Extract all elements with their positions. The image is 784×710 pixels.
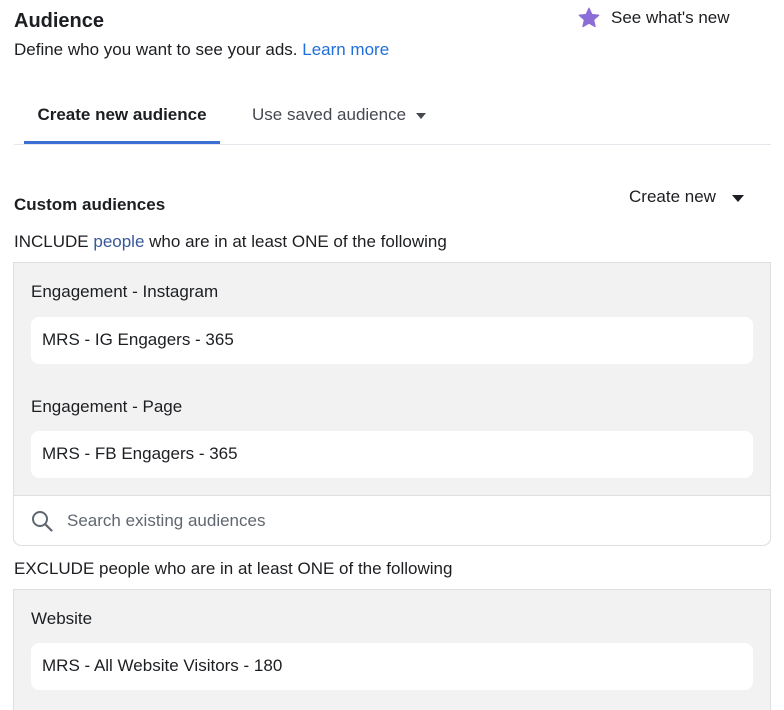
caret-down-icon: [731, 194, 744, 202]
description-text: Define who you want to see your ads.: [14, 40, 298, 59]
star-icon: [578, 7, 600, 28]
audience-chip-fb-engagers[interactable]: MRS - FB Engagers - 365: [31, 431, 753, 478]
exclude-rule-text: EXCLUDE people who are in at least ONE o…: [14, 559, 453, 578]
custom-audiences-title: Custom audiences: [14, 195, 166, 214]
audience-chip-ig-engagers[interactable]: MRS - IG Engagers - 365: [31, 317, 753, 364]
include-prefix: INCLUDE: [14, 232, 89, 251]
search-icon: [32, 510, 53, 532]
include-suffix: who are in at least ONE of the following: [149, 232, 447, 251]
caret-down-icon: [416, 113, 427, 119]
search-existing-audiences-input[interactable]: Search existing audiences: [14, 495, 770, 545]
people-link[interactable]: people: [93, 232, 144, 251]
tab-use-saved-audience-label: Use saved audience: [252, 105, 407, 124]
group-label-engagement-instagram: Engagement - Instagram: [31, 282, 219, 301]
tab-use-saved-audience[interactable]: Use saved audience: [252, 104, 427, 125]
create-new-dropdown[interactable]: Create new: [629, 187, 744, 207]
group-label-engagement-page: Engagement - Page: [31, 397, 183, 416]
search-placeholder: Search existing audiences: [67, 510, 266, 530]
tab-create-new-audience[interactable]: Create new audience: [24, 104, 220, 144]
group-label-website: Website: [31, 609, 93, 628]
audience-title: Audience: [14, 10, 105, 32]
audience-chip-website-visitors[interactable]: MRS - All Website Visitors - 180: [31, 643, 753, 690]
include-audiences-box: Engagement - Instagram MRS - IG Engagers…: [13, 262, 771, 546]
see-whats-new-label: See what's new: [611, 8, 730, 27]
see-whats-new-button[interactable]: See what's new: [577, 6, 730, 30]
audience-description: Define who you want to see your ads. Lea…: [14, 40, 389, 60]
include-rule-text: INCLUDE people who are in at least ONE o…: [14, 232, 447, 252]
exclude-audiences-box: Website MRS - All Website Visitors - 180: [13, 589, 771, 710]
audience-tabs: Create new audience Use saved audience: [14, 96, 771, 145]
create-new-label: Create new: [629, 187, 716, 206]
learn-more-link[interactable]: Learn more: [302, 40, 389, 59]
